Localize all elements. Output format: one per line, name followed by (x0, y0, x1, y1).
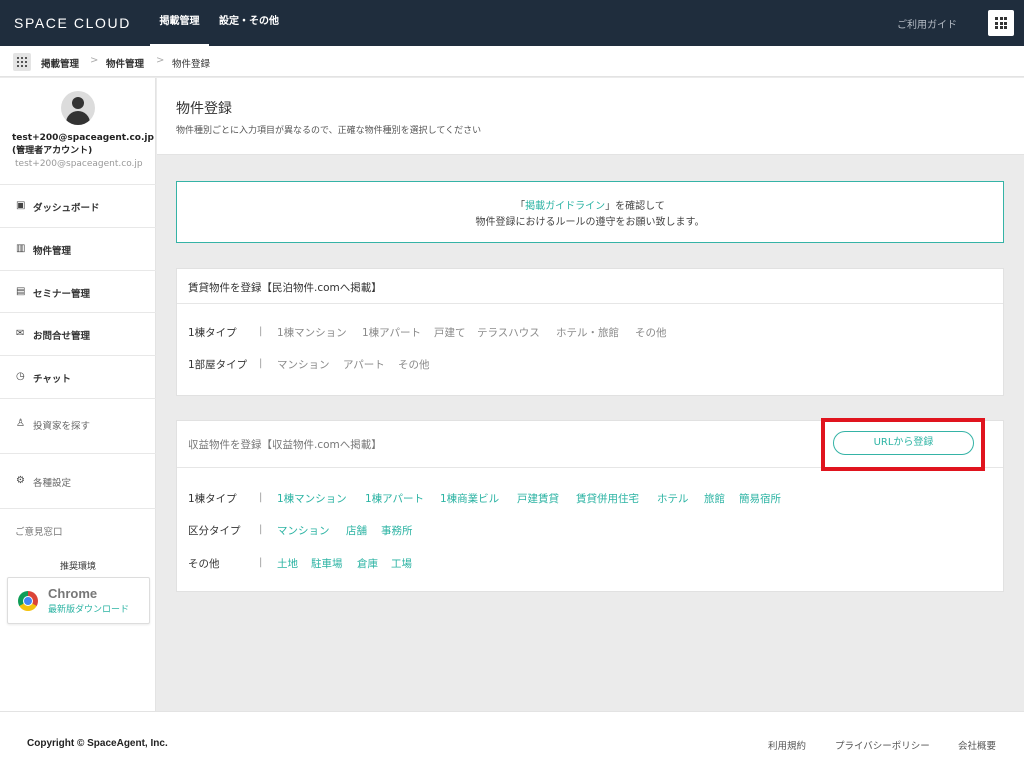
income-type-link[interactable]: 1棟マンション (277, 491, 347, 506)
rental-type-link[interactable]: その他 (635, 325, 667, 340)
page-title: 物件登録 (176, 101, 232, 117)
sidebar-item-dashboard[interactable]: ▣ ダッシュボード (0, 184, 156, 227)
sidebar-item-inquiries[interactable]: ✉ お問合せ管理 (0, 312, 156, 355)
rental-type-link[interactable]: その他 (398, 357, 430, 372)
page-header: 物件登録 物件種別ごとに入力項目が異なるので、正確な物件種別を選択してください (157, 78, 1024, 155)
copyright: Copyright © SpaceAgent, Inc. (27, 738, 168, 749)
mail-icon: ✉ (16, 328, 25, 339)
row-separator: | (259, 557, 263, 568)
income-type-link[interactable]: マンション (277, 523, 330, 538)
guideline-line1: 「掲載ガイドライン」を確認して (177, 197, 1003, 212)
rental-card-title: 賃貸物件を登録【民泊物件.comへ掲載】 (188, 282, 382, 294)
row-separator: | (259, 326, 263, 337)
rental-type-link[interactable]: 1棟アパート (362, 325, 421, 340)
row-separator: | (259, 524, 263, 535)
user-role: (管理者アカウント) (12, 146, 93, 156)
sidebar-item-seminars[interactable]: ▤ セミナー管理 (0, 270, 156, 313)
tab-listing-management[interactable]: 掲載管理 (150, 0, 209, 46)
footer: Copyright © SpaceAgent, Inc. 利用規約 プライバシー… (0, 711, 1024, 774)
dashboard-icon: ▣ (16, 200, 26, 211)
page-description: 物件種別ごとに入力項目が異なるので、正確な物件種別を選択してください (176, 126, 482, 136)
grid-icon[interactable] (13, 53, 31, 71)
footer-link-privacy[interactable]: プライバシーポリシー (835, 738, 930, 752)
income-type-link[interactable]: 1棟アパート (365, 491, 424, 506)
sidebar-item-chat[interactable]: ◷ チャット (0, 355, 156, 398)
income-type-link[interactable]: 倉庫 (357, 556, 378, 571)
user-sub-email: test+200@spaceagent.co.jp (15, 159, 143, 169)
row-label-other: その他 (188, 558, 220, 570)
row-label-unit-type: 区分タイプ (188, 525, 241, 537)
breadcrumb-separator: > (156, 55, 165, 66)
highlight-box (821, 418, 985, 471)
income-card-title: 収益物件を登録【収益物件.comへ掲載】 (188, 439, 382, 451)
rental-type-link[interactable]: ホテル・旅館 (556, 325, 619, 340)
income-type-link[interactable]: 工場 (391, 556, 412, 571)
top-navbar: SPACE CLOUD 掲載管理 設定・その他 ご利用ガイド (0, 0, 1024, 46)
income-type-link[interactable]: ホテル (657, 491, 689, 506)
row-label-room-type: 1部屋タイプ (188, 359, 248, 371)
footer-link-company[interactable]: 会社概要 (958, 738, 996, 752)
guideline-open-quote: 「 (515, 201, 526, 212)
card-divider (177, 303, 1003, 304)
apps-menu-button[interactable] (988, 10, 1014, 36)
chrome-icon (18, 591, 38, 611)
guideline-notice: 「掲載ガイドライン」を確認して 物件登録におけるルールの遵守をお願い致します。 (176, 181, 1004, 243)
breadcrumb-item-current: 物件登録 (172, 59, 211, 70)
gear-icon: ⚙ (16, 475, 25, 486)
income-type-link[interactable]: 店舗 (346, 523, 367, 538)
income-type-link[interactable]: 旅館 (704, 491, 725, 506)
sidebar: test+200@spaceagent.co.jp (管理者アカウント) tes… (0, 78, 156, 711)
guideline-line2: 物件登録におけるルールの遵守をお願い致します。 (475, 217, 705, 228)
rental-type-link[interactable]: 1棟マンション (277, 325, 347, 340)
chrome-download-box[interactable]: Chrome 最新版ダウンロード (7, 577, 150, 624)
income-type-link[interactable]: 土地 (277, 556, 298, 571)
chat-icon: ◷ (16, 371, 25, 382)
sidebar-item-label: お問合せ管理 (33, 331, 91, 342)
breadcrumb-item-listing[interactable]: 掲載管理 (41, 56, 79, 70)
rental-type-link[interactable]: テラスハウス (477, 325, 540, 340)
row-label-building-type: 1棟タイプ (188, 493, 237, 505)
sidebar-item-label: 投資家を探す (33, 421, 91, 432)
income-type-link[interactable]: 駐車場 (311, 556, 343, 571)
income-type-link[interactable]: 賃貸併用住宅 (576, 491, 639, 506)
guideline-close-quote: 」を確認して (605, 201, 665, 212)
person-icon: ♙ (16, 418, 25, 429)
sidebar-item-find-investors[interactable]: ♙ 投資家を探す (0, 398, 156, 453)
income-type-link[interactable]: 戸建賃貸 (517, 491, 559, 506)
avatar (61, 91, 95, 125)
sidebar-item-label: 物件管理 (33, 246, 72, 257)
chrome-download-link[interactable]: 最新版ダウンロード (48, 602, 129, 615)
breadcrumb: 掲載管理 > 物件管理 > 物件登録 (0, 46, 1024, 77)
footer-link-terms[interactable]: 利用規約 (768, 738, 806, 752)
sidebar-item-label: ダッシュボード (33, 203, 100, 214)
income-type-link[interactable]: 簡易宿所 (739, 491, 781, 506)
sidebar-item-label: 各種設定 (33, 478, 72, 489)
user-guide-link[interactable]: ご利用ガイド (897, 16, 957, 31)
guideline-link[interactable]: 掲載ガイドライン (525, 201, 605, 212)
sidebar-item-properties[interactable]: ▥ 物件管理 (0, 227, 156, 270)
rental-type-link[interactable]: マンション (277, 357, 330, 372)
grid-icon (995, 17, 1007, 29)
chrome-name: Chrome (48, 586, 98, 601)
breadcrumb-separator: > (90, 55, 99, 66)
recommended-env-label: 推奨環境 (59, 562, 96, 572)
row-separator: | (259, 358, 263, 369)
row-separator: | (259, 492, 263, 503)
sidebar-item-label: チャット (33, 374, 71, 385)
row-label-building-type: 1棟タイプ (188, 327, 237, 339)
brand-logo[interactable]: SPACE CLOUD (14, 15, 131, 31)
seminar-icon: ▤ (16, 286, 26, 297)
rental-property-card: 賃貸物件を登録【民泊物件.comへ掲載】 1棟タイプ | 1棟マンション 1棟ア… (176, 268, 1004, 396)
rental-type-link[interactable]: 戸建て (434, 325, 466, 340)
user-email: test+200@spaceagent.co.jp (12, 133, 154, 143)
building-icon: ▥ (16, 243, 26, 254)
sidebar-item-settings[interactable]: ⚙ 各種設定 (0, 453, 156, 509)
rental-type-link[interactable]: アパート (343, 357, 385, 372)
income-type-link[interactable]: 1棟商業ビル (440, 491, 499, 506)
sidebar-item-label: セミナー管理 (33, 289, 91, 300)
feedback-link[interactable]: ご意見窓口 (15, 524, 63, 538)
income-type-link[interactable]: 事務所 (381, 523, 413, 538)
breadcrumb-item-property[interactable]: 物件管理 (106, 56, 144, 70)
tab-settings-other[interactable]: 設定・その他 (219, 0, 279, 46)
